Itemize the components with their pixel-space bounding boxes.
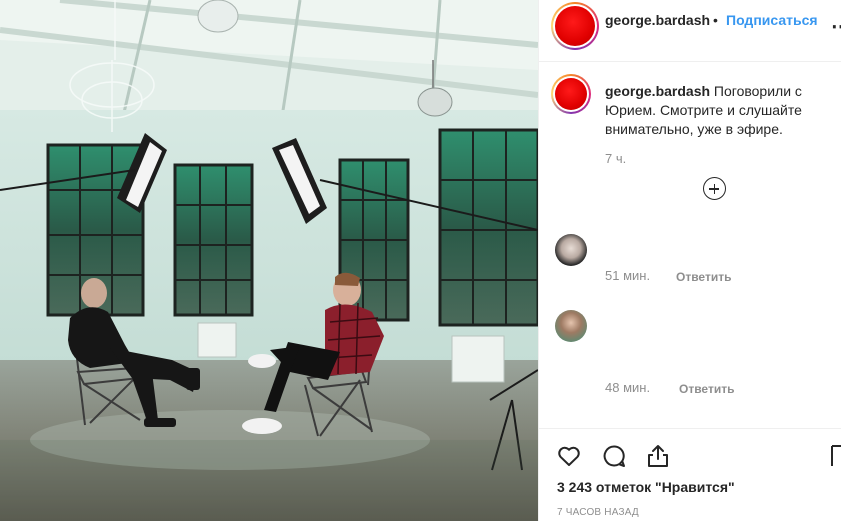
share-icon[interactable] [645, 443, 671, 469]
post-header: george.bardash • Подписаться ⋯ [539, 0, 841, 62]
heart-icon[interactable] [556, 443, 582, 469]
post-actions: 3 243 отметок "Нравится" 7 ЧАСОВ НАЗАД [539, 428, 841, 521]
caption-username[interactable]: george.bardash [605, 83, 710, 99]
follow-button[interactable]: Подписаться [726, 12, 818, 28]
more-options-icon[interactable]: ⋯ [831, 14, 841, 38]
post-photo[interactable] [0, 0, 538, 521]
caption-time: 7 ч. [605, 151, 627, 166]
comment-avatar[interactable] [555, 234, 587, 266]
author-avatar[interactable] [551, 2, 599, 50]
caption-avatar[interactable] [551, 74, 591, 114]
likes-count[interactable]: 3 243 отметок "Нравится" [557, 479, 735, 495]
caption: george.bardash Поговорили с Юрием. Смотр… [605, 82, 837, 139]
reply-button[interactable]: Ответить [679, 382, 734, 396]
load-more-comments-icon[interactable] [703, 177, 726, 200]
comment-icon[interactable] [601, 443, 627, 469]
posted-time: 7 ЧАСОВ НАЗАД [557, 507, 639, 518]
author-username[interactable]: george.bardash [605, 12, 710, 28]
bookmark-icon[interactable] [831, 443, 841, 469]
comment-time: 48 мин. [605, 380, 651, 395]
comment-time: 51 мин. [605, 268, 651, 283]
post-panel: george.bardash • Подписаться ⋯ george.ba… [538, 0, 841, 521]
separator-dot: • [713, 12, 718, 28]
comment-avatar[interactable] [555, 310, 587, 342]
reply-button[interactable]: Ответить [676, 270, 731, 284]
interview-studio-photo [0, 0, 538, 521]
